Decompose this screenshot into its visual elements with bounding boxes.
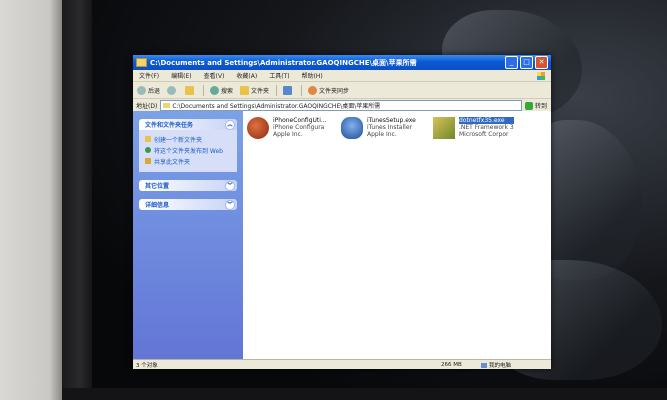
go-button[interactable]: 转到 [524, 101, 547, 110]
forward-button[interactable] [167, 85, 178, 95]
sync-icon [308, 85, 318, 95]
file-description: iTunes Installer [367, 124, 412, 131]
file-name: iPhoneConfigUti... [273, 117, 327, 124]
views-button[interactable] [283, 85, 294, 95]
close-button[interactable]: ✕ [535, 56, 548, 69]
address-value: C:\Documents and Settings\Administrator.… [172, 103, 381, 110]
folder-sync-button[interactable]: 文件夹同步 [308, 85, 350, 95]
windows-logo-icon [537, 71, 545, 80]
file-item[interactable]: dotnetfx35.exe .NET Framework 3 Microsof… [433, 117, 525, 139]
menu-view[interactable]: 查看(V) [204, 71, 225, 80]
maximize-button[interactable]: □ [520, 56, 533, 69]
background-wall [0, 0, 62, 400]
share-icon [145, 158, 151, 164]
status-location-label: 我的电脑 [489, 363, 512, 369]
file-name: dotnetfx35.exe [459, 117, 514, 124]
status-object-count: 3 个对象 [136, 363, 158, 369]
toolbar-separator [301, 84, 303, 96]
chevron-down-icon[interactable]: ︾ [225, 199, 235, 210]
my-computer-icon [481, 362, 487, 368]
task-share-folder[interactable]: 共享此文件夹 [145, 157, 231, 166]
file-name: iTunesSetup.exe [367, 117, 416, 124]
file-company: Microsoft Corpor [459, 131, 509, 138]
folders-label: 文件夹 [251, 87, 270, 95]
search-label: 搜索 [221, 87, 234, 95]
minimize-button[interactable]: _ [505, 56, 518, 69]
file-company: Apple Inc. [367, 131, 397, 138]
other-places-title: 其它位置 [145, 183, 170, 190]
status-size: 266 MB [441, 362, 462, 368]
folders-icon [240, 85, 250, 95]
chevron-down-icon[interactable]: ︾ [225, 180, 235, 191]
go-arrow-icon [524, 101, 533, 110]
monitor-bezel [62, 0, 92, 400]
status-location: 我的电脑 [481, 361, 551, 369]
search-button[interactable]: 搜索 [210, 85, 234, 95]
chevron-up-icon[interactable]: ︽ [225, 119, 235, 130]
status-bar: 3 个对象 266 MB 我的电脑 [133, 359, 551, 370]
views-icon [283, 85, 293, 95]
menu-favorites[interactable]: 收藏(A) [236, 71, 257, 80]
file-company: Apple Inc. [273, 131, 303, 138]
up-folder-button[interactable] [185, 85, 196, 95]
iphone-config-utility-icon [247, 117, 269, 139]
back-arrow-icon [137, 85, 146, 95]
task-new-folder[interactable]: 创建一个新文件夹 [145, 135, 231, 144]
back-button[interactable]: 后退 [137, 85, 161, 95]
task-label: 创建一个新文件夹 [154, 137, 203, 144]
folder-icon [136, 58, 147, 67]
toolbar-separator [203, 84, 205, 96]
file-list: iPhoneConfigUti... iPhone Configura Appl… [243, 111, 551, 359]
monitor-bezel-bottom [62, 388, 667, 400]
folder-sync-label: 文件夹同步 [319, 87, 350, 95]
window-title: C:\Documents and Settings\Administrator.… [150, 58, 417, 67]
file-tasks-title: 文件和文件夹任务 [145, 122, 194, 129]
explorer-window: C:\Documents and Settings\Administrator.… [133, 55, 551, 369]
back-label: 后退 [148, 87, 161, 95]
menu-bar: 文件(F) 编辑(E) 查看(V) 收藏(A) 工具(T) 帮助(H) [133, 70, 551, 82]
globe-icon [145, 147, 151, 153]
new-folder-icon [145, 136, 151, 142]
forward-arrow-icon [167, 85, 177, 95]
file-tasks-header[interactable]: 文件和文件夹任务 ︽ [139, 119, 237, 130]
task-publish-web[interactable]: 将这个文件夹发布到 Web [145, 146, 231, 155]
menu-tools[interactable]: 工具(T) [269, 71, 289, 80]
task-label: 将这个文件夹发布到 Web [154, 148, 223, 155]
address-label: 地址(D) [136, 103, 158, 110]
toolbar-separator [276, 84, 278, 96]
task-label: 共享此文件夹 [154, 159, 191, 166]
search-icon [210, 85, 220, 95]
file-description: .NET Framework 3 [459, 124, 514, 131]
address-field[interactable]: C:\Documents and Settings\Administrator.… [160, 100, 522, 111]
details-title: 详细信息 [145, 202, 170, 209]
itunes-installer-icon [341, 117, 363, 139]
task-pane: 文件和文件夹任务 ︽ 创建一个新文件夹 将这个文件夹发布到 Web 共享此文件夹 [133, 111, 243, 359]
folder-icon [163, 103, 171, 108]
file-description: iPhone Configura [273, 124, 325, 131]
menu-edit[interactable]: 编辑(E) [171, 71, 191, 80]
menu-help[interactable]: 帮助(H) [302, 71, 323, 80]
other-places-header[interactable]: 其它位置 ︾ [139, 180, 237, 191]
file-tasks-panel: 创建一个新文件夹 将这个文件夹发布到 Web 共享此文件夹 [139, 130, 237, 172]
file-item[interactable]: iTunesSetup.exe iTunes Installer Apple I… [341, 117, 433, 139]
details-header[interactable]: 详细信息 ︾ [139, 199, 237, 210]
dotnet-installer-icon [433, 117, 455, 139]
go-label: 转到 [534, 103, 547, 110]
title-bar[interactable]: C:\Documents and Settings\Administrator.… [133, 55, 551, 70]
up-folder-icon [185, 85, 195, 95]
menu-file[interactable]: 文件(F) [139, 71, 159, 80]
file-item[interactable]: iPhoneConfigUti... iPhone Configura Appl… [247, 117, 339, 139]
toolbar: 后退 搜索 文件夹 文件夹同步 [133, 82, 551, 99]
folders-button[interactable]: 文件夹 [240, 85, 270, 95]
